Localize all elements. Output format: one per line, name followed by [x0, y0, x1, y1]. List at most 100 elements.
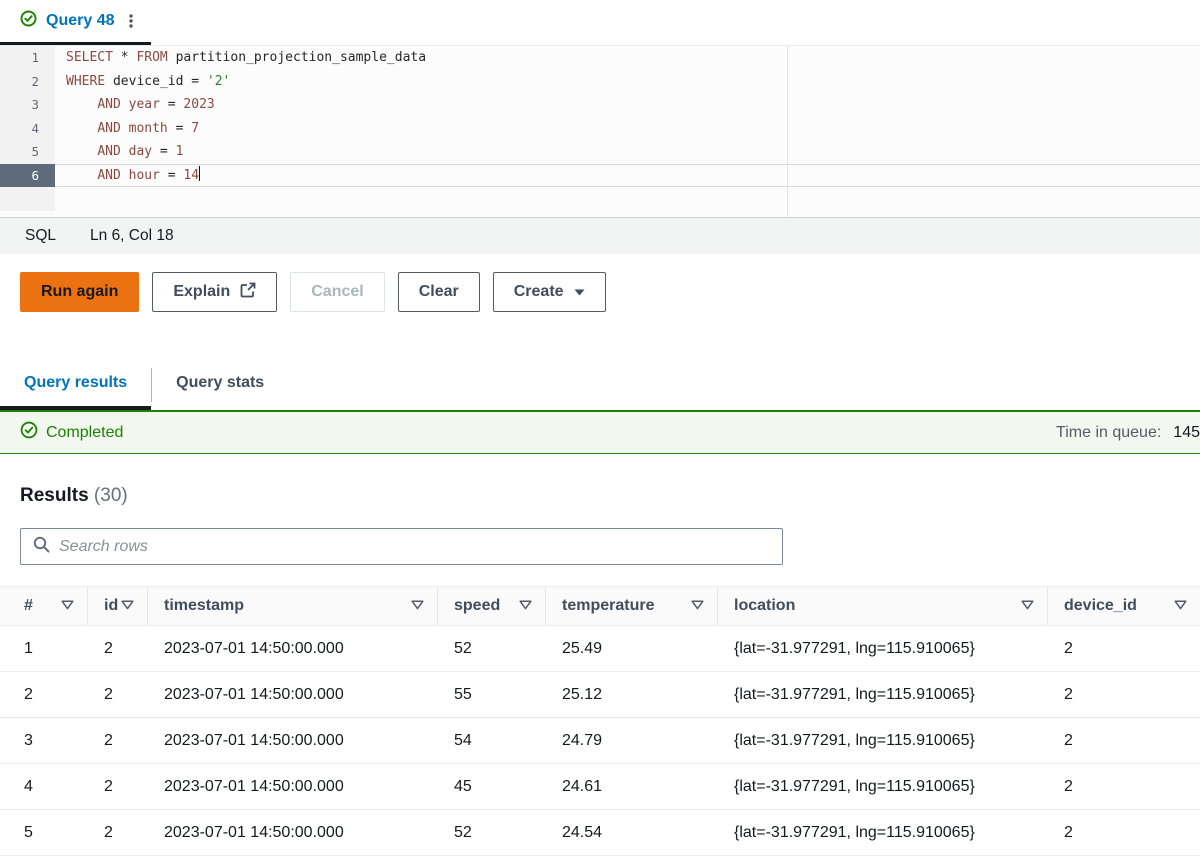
table-cell: 2: [88, 640, 148, 658]
run-again-button[interactable]: Run again: [20, 272, 139, 312]
editor-line[interactable]: 1SELECT * FROM partition_projection_samp…: [0, 46, 1200, 70]
action-button-bar: Run again Explain Cancel Clear Create: [0, 254, 1200, 332]
code-line-text: WHERE device_id = '2': [55, 70, 1200, 94]
line-number: [0, 187, 55, 211]
status-completed-label: Completed: [46, 424, 123, 442]
column-label: timestamp: [164, 597, 244, 615]
query-tab-title: Query 48: [46, 12, 114, 30]
table-cell: 4: [0, 778, 88, 796]
kebab-menu-icon[interactable]: [123, 12, 139, 30]
line-number: 2: [0, 70, 55, 94]
text-cursor: [199, 166, 200, 181]
time-in-queue-value: 145: [1173, 424, 1200, 442]
cancel-button: Cancel: [290, 272, 384, 312]
table-cell: 45: [438, 778, 546, 796]
filter-dropdown-icon[interactable]: [1021, 597, 1034, 615]
column-header-device_id[interactable]: device_id: [1048, 587, 1200, 625]
clear-button[interactable]: Clear: [398, 272, 480, 312]
table-row[interactable]: 222023-07-01 14:50:00.0005525.12{lat=-31…: [0, 672, 1200, 718]
code-line-text: AND month = 7: [55, 117, 1200, 141]
search-rows-box[interactable]: [20, 528, 783, 565]
external-link-icon: [240, 282, 256, 303]
explain-label: Explain: [173, 283, 230, 301]
table-cell: 2: [88, 778, 148, 796]
table-row[interactable]: 422023-07-01 14:50:00.0004524.61{lat=-31…: [0, 764, 1200, 810]
editor-line[interactable]: [0, 187, 1200, 211]
table-cell: {lat=-31.977291, lng=115.910065}: [718, 732, 1048, 750]
clear-label: Clear: [419, 283, 459, 301]
table-cell: 2: [1048, 640, 1200, 658]
table-cell: 52: [438, 640, 546, 658]
table-cell: 2: [1048, 824, 1200, 842]
results-table: # id timestamp speed temperature location devi…: [0, 586, 1200, 856]
line-number: 4: [0, 117, 55, 141]
column-header-temperature[interactable]: temperature: [546, 587, 718, 625]
code-line-text: AND day = 1: [55, 140, 1200, 164]
table-row[interactable]: 522023-07-01 14:50:00.0005224.54{lat=-31…: [0, 810, 1200, 856]
table-cell: {lat=-31.977291, lng=115.910065}: [718, 778, 1048, 796]
table-cell: {lat=-31.977291, lng=115.910065}: [718, 686, 1048, 704]
editor-line[interactable]: 3 AND year = 2023: [0, 93, 1200, 117]
editor-line[interactable]: 2WHERE device_id = '2': [0, 70, 1200, 94]
editor-status-bar: SQL Ln 6, Col 18: [0, 217, 1200, 254]
table-cell: 2: [1048, 778, 1200, 796]
time-in-queue-label: Time in queue:: [1056, 424, 1161, 442]
query-status-banner: Completed Time in queue: 145: [0, 410, 1200, 454]
column-label: temperature: [562, 597, 654, 615]
column-label: speed: [454, 597, 500, 615]
table-cell: {lat=-31.977291, lng=115.910065}: [718, 640, 1048, 658]
code-line-text: [55, 187, 1200, 211]
column-header-location[interactable]: location: [718, 587, 1048, 625]
check-circle-icon: [20, 10, 37, 32]
tab-query-stats[interactable]: Query stats: [152, 374, 288, 410]
filter-dropdown-icon[interactable]: [121, 597, 134, 615]
editor-line[interactable]: 5 AND day = 1: [0, 140, 1200, 164]
run-again-label: Run again: [41, 283, 118, 301]
create-dropdown-button[interactable]: Create: [493, 272, 606, 312]
column-header-id[interactable]: id: [88, 587, 148, 625]
table-cell: 25.12: [546, 686, 718, 704]
filter-dropdown-icon[interactable]: [411, 597, 424, 615]
table-cell: 24.54: [546, 824, 718, 842]
filter-dropdown-icon[interactable]: [691, 597, 704, 615]
filter-dropdown-icon[interactable]: [519, 597, 532, 615]
table-cell: 24.79: [546, 732, 718, 750]
results-tab-bar: Query results Query stats: [0, 332, 1200, 410]
filter-dropdown-icon[interactable]: [61, 597, 74, 615]
table-cell: 2: [1048, 686, 1200, 704]
table-row[interactable]: 322023-07-01 14:50:00.0005424.79{lat=-31…: [0, 718, 1200, 764]
editor-language-label: SQL: [25, 227, 56, 245]
filter-dropdown-icon[interactable]: [1174, 597, 1187, 615]
code-line-text: AND year = 2023: [55, 93, 1200, 117]
table-header-row: # id timestamp speed temperature location devi…: [0, 586, 1200, 626]
column-header-timestamp[interactable]: timestamp: [148, 587, 438, 625]
tab-query-48[interactable]: Query 48: [0, 0, 151, 45]
search-icon: [33, 536, 50, 558]
editor-line[interactable]: 6 AND hour = 14: [0, 164, 1200, 188]
sql-editor[interactable]: 1SELECT * FROM partition_projection_samp…: [0, 46, 1200, 217]
table-cell: 2023-07-01 14:50:00.000: [148, 686, 438, 704]
results-count: (30): [94, 485, 128, 506]
table-row[interactable]: 122023-07-01 14:50:00.0005225.49{lat=-31…: [0, 626, 1200, 672]
table-cell: 2: [88, 732, 148, 750]
column-label: id: [104, 597, 118, 615]
table-cell: 3: [0, 732, 88, 750]
search-rows-input[interactable]: [59, 538, 770, 556]
success-check-icon: [20, 421, 38, 444]
table-cell: 2: [1048, 732, 1200, 750]
table-body: 122023-07-01 14:50:00.0005225.49{lat=-31…: [0, 626, 1200, 856]
table-cell: 25.49: [546, 640, 718, 658]
cancel-label: Cancel: [311, 283, 363, 301]
editor-line[interactable]: 4 AND month = 7: [0, 117, 1200, 141]
column-header-num[interactable]: #: [0, 587, 88, 625]
tab-query-results[interactable]: Query results: [0, 374, 151, 410]
column-label: location: [734, 597, 795, 615]
column-label: device_id: [1064, 597, 1137, 615]
column-header-speed[interactable]: speed: [438, 587, 546, 625]
results-title: Results: [20, 485, 89, 506]
query-tab-bar: Query 48: [0, 0, 1200, 46]
table-cell: 2023-07-01 14:50:00.000: [148, 778, 438, 796]
table-cell: 2023-07-01 14:50:00.000: [148, 732, 438, 750]
explain-button[interactable]: Explain: [152, 272, 277, 312]
table-cell: 2: [88, 686, 148, 704]
